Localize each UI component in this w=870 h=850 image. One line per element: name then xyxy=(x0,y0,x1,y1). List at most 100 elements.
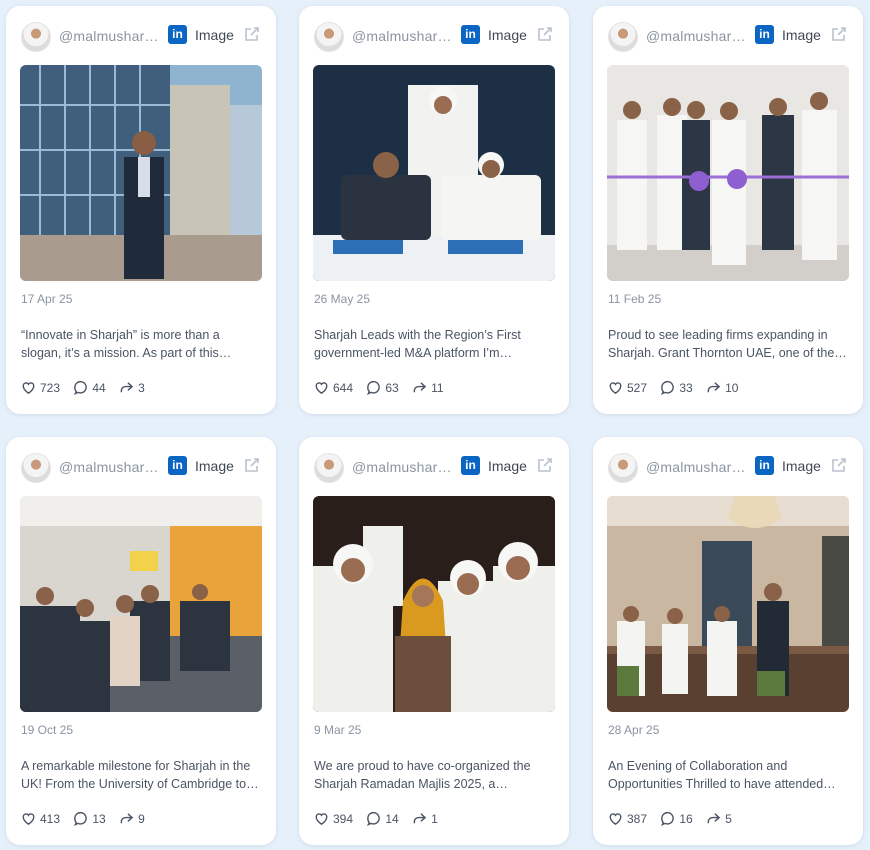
media-type-label: Image xyxy=(782,27,821,43)
post-date: 9 Mar 25 xyxy=(314,723,362,737)
avatar[interactable] xyxy=(608,453,638,483)
linkedin-icon: in xyxy=(755,456,774,475)
linkedin-icon: in xyxy=(168,456,187,475)
heart-icon xyxy=(22,382,35,394)
media-type-label: Image xyxy=(782,458,821,474)
post-header: @malmusharraf in Image xyxy=(608,22,850,52)
post-image[interactable] xyxy=(607,65,849,281)
media-type-label: Image xyxy=(488,27,527,43)
heart-icon xyxy=(609,813,622,825)
share-icon xyxy=(707,382,721,393)
post-header: @malmusharraf in Image xyxy=(608,453,850,483)
external-link-icon[interactable] xyxy=(830,25,848,43)
avatar[interactable] xyxy=(608,22,638,52)
post-header: @malmusharraf in Image xyxy=(21,453,263,483)
avatar[interactable] xyxy=(314,453,344,483)
linkedin-icon: in xyxy=(755,25,774,44)
comment-icon xyxy=(661,811,675,826)
author-handle[interactable]: @malmusharraf xyxy=(646,28,748,44)
avatar[interactable] xyxy=(314,22,344,52)
comment-icon xyxy=(74,380,88,395)
post-card[interactable]: @malmusharraf in Image 11 Feb 25 Proud t… xyxy=(593,6,863,414)
author-handle[interactable]: @malmusharraf xyxy=(59,28,161,44)
shares-count: 10 xyxy=(706,380,738,395)
post-date: 26 May 25 xyxy=(314,292,371,306)
post-date: 11 Feb 25 xyxy=(608,292,662,306)
comment-icon xyxy=(661,380,675,395)
post-image[interactable] xyxy=(20,65,262,281)
post-text[interactable]: A remarkable milestone for Sharjah in th… xyxy=(21,757,261,793)
author-handle[interactable]: @malmusharraf xyxy=(646,459,748,475)
external-link-icon[interactable] xyxy=(536,456,554,474)
avatar[interactable] xyxy=(21,22,51,52)
comment-icon xyxy=(367,811,381,826)
linkedin-icon: in xyxy=(168,25,187,44)
external-link-icon[interactable] xyxy=(243,25,261,43)
comments-count: 13 xyxy=(73,811,106,826)
author-handle[interactable]: @malmusharraf xyxy=(352,459,454,475)
linkedin-icon: in xyxy=(461,456,480,475)
share-icon xyxy=(413,813,427,824)
comment-icon xyxy=(74,811,88,826)
likes-count: 413 xyxy=(21,811,60,826)
post-text[interactable]: An Evening of Collaboration and Opportun… xyxy=(608,757,848,793)
post-date: 17 Apr 25 xyxy=(21,292,73,306)
comments-count: 33 xyxy=(660,380,693,395)
post-text[interactable]: Sharjah Leads with the Region’s First go… xyxy=(314,326,554,362)
comments-count: 14 xyxy=(366,811,399,826)
heart-icon xyxy=(315,382,328,394)
share-icon xyxy=(707,813,721,824)
post-date: 28 Apr 25 xyxy=(608,723,660,737)
external-link-icon[interactable] xyxy=(243,456,261,474)
engagement-stats: 394 14 1 xyxy=(314,811,448,829)
post-image[interactable] xyxy=(313,65,555,281)
media-type-label: Image xyxy=(195,458,234,474)
post-header: @malmusharraf in Image xyxy=(314,453,556,483)
heart-icon xyxy=(315,813,328,825)
media-type-label: Image xyxy=(195,27,234,43)
comments-count: 63 xyxy=(366,380,399,395)
shares-count: 9 xyxy=(119,811,145,826)
post-text[interactable]: “Innovate in Sharjah” is more than a slo… xyxy=(21,326,261,362)
post-header: @malmusharraf in Image xyxy=(21,22,263,52)
post-text[interactable]: Proud to see leading firms expanding in … xyxy=(608,326,848,362)
likes-count: 723 xyxy=(21,380,60,395)
likes-count: 527 xyxy=(608,380,647,395)
likes-count: 394 xyxy=(314,811,353,826)
post-image[interactable] xyxy=(20,496,262,712)
engagement-stats: 644 63 11 xyxy=(314,380,454,398)
post-header: @malmusharraf in Image xyxy=(314,22,556,52)
post-card[interactable]: @malmusharraf in Image 17 Apr 25 “Innova… xyxy=(6,6,276,414)
post-card[interactable]: @malmusharraf in Image 26 May 25 Sharjah… xyxy=(299,6,569,414)
post-date: 19 Oct 25 xyxy=(21,723,74,737)
author-handle[interactable]: @malmusharraf xyxy=(352,28,454,44)
shares-count: 11 xyxy=(412,380,444,395)
shares-count: 1 xyxy=(412,811,438,826)
post-image[interactable] xyxy=(313,496,555,712)
shares-count: 3 xyxy=(119,380,145,395)
external-link-icon[interactable] xyxy=(830,456,848,474)
share-icon xyxy=(413,382,427,393)
engagement-stats: 527 33 10 xyxy=(608,380,748,398)
post-card[interactable]: @malmusharraf in Image 9 Mar 25 We are p… xyxy=(299,437,569,845)
engagement-stats: 387 16 5 xyxy=(608,811,742,829)
comments-count: 16 xyxy=(660,811,693,826)
post-card[interactable]: @malmusharraf in Image 28 Apr 25 An Even… xyxy=(593,437,863,845)
linkedin-icon: in xyxy=(461,25,480,44)
likes-count: 387 xyxy=(608,811,647,826)
comment-icon xyxy=(367,380,381,395)
external-link-icon[interactable] xyxy=(536,25,554,43)
engagement-stats: 723 44 3 xyxy=(21,380,155,398)
post-card[interactable]: @malmusharraf in Image 19 Oct 25 A remar… xyxy=(6,437,276,845)
media-type-label: Image xyxy=(488,458,527,474)
shares-count: 5 xyxy=(706,811,732,826)
author-handle[interactable]: @malmusharraf xyxy=(59,459,161,475)
likes-count: 644 xyxy=(314,380,353,395)
heart-icon xyxy=(609,382,622,394)
post-text[interactable]: We are proud to have co-organized the Sh… xyxy=(314,757,554,793)
avatar[interactable] xyxy=(21,453,51,483)
heart-icon xyxy=(22,813,35,825)
share-icon xyxy=(120,382,134,393)
engagement-stats: 413 13 9 xyxy=(21,811,155,829)
post-image[interactable] xyxy=(607,496,849,712)
